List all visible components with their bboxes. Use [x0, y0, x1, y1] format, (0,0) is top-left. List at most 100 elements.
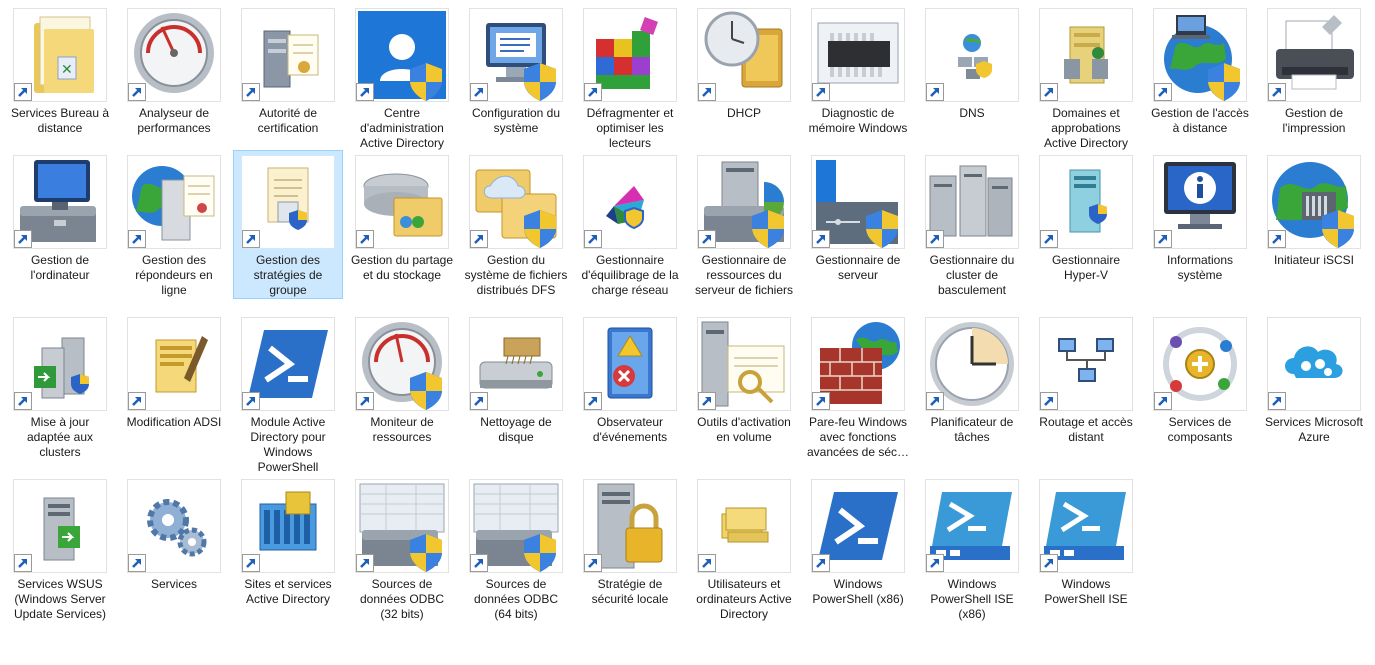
shortcut-arrow-icon — [584, 230, 602, 248]
shortcut-item[interactable]: Gestionnaire du cluster de basculement — [918, 151, 1026, 298]
shortcut-item[interactable]: Gestion de l'impression — [1260, 4, 1368, 136]
shortcut-item[interactable]: Nettoyage de disque — [462, 313, 570, 445]
server-manager-icon — [811, 155, 905, 249]
shortcut-label: Gestion de l'ordinateur — [30, 253, 90, 282]
shortcut-arrow-icon — [1268, 392, 1286, 410]
shortcut-item[interactable]: Sources de données ODBC (64 bits) — [462, 475, 570, 622]
shortcut-arrow-icon — [926, 554, 944, 572]
folder-remote-desktop-icon: ✕ — [13, 8, 107, 102]
shortcut-arrow-icon — [356, 554, 374, 572]
shortcut-label: Gestionnaire du cluster de basculement — [929, 253, 1015, 297]
shortcut-item[interactable]: Sources de données ODBC (32 bits) — [348, 475, 456, 622]
shortcut-item[interactable]: Planificateur de tâches — [918, 313, 1026, 445]
shortcut-item[interactable]: Configuration du système — [462, 4, 570, 136]
shortcut-arrow-icon — [242, 392, 260, 410]
shortcut-item[interactable]: Services de composants — [1146, 313, 1254, 445]
shortcut-label: Routage et accès distant — [1039, 415, 1133, 444]
shortcut-item[interactable]: Moniteur de ressources — [348, 313, 456, 445]
computer-management-icon — [13, 155, 107, 249]
shortcut-arrow-icon — [1040, 554, 1058, 572]
shortcut-arrow-icon — [242, 554, 260, 572]
online-responder-icon — [127, 155, 221, 249]
ad-sites-icon — [241, 479, 335, 573]
powershell-ise-icon — [1039, 479, 1133, 573]
shortcut-item[interactable]: DHCP — [690, 4, 798, 121]
shortcut-label: Gestion de l'impression — [1282, 106, 1346, 135]
shortcut-label: Sources de données ODBC (64 bits) — [473, 577, 559, 621]
shortcut-item[interactable]: Windows PowerShell (x86) — [804, 475, 912, 607]
shortcut-item[interactable]: Gestionnaire de serveur — [804, 151, 912, 283]
shortcut-label: Observateur d'événements — [592, 415, 668, 444]
shortcut-arrow-icon — [812, 230, 830, 248]
shortcut-item[interactable]: ✕ Services Bureau à distance — [6, 4, 114, 136]
shortcut-item[interactable]: Gestion du système de fichiers distribué… — [462, 151, 570, 298]
shortcut-label: Services Bureau à distance — [10, 106, 110, 135]
shortcut-arrow-icon — [698, 230, 716, 248]
shortcut-label: Sites et services Active Directory — [244, 577, 332, 606]
shortcut-item[interactable]: Initiateur iSCSI — [1260, 151, 1368, 268]
shortcut-label: Gestion des stratégies de groupe — [253, 253, 323, 297]
shortcut-item[interactable]: Utilisateurs et ordinateurs Active Direc… — [690, 475, 798, 622]
shortcut-label: Centre d'administration Active Directory — [359, 106, 445, 150]
shortcut-item[interactable]: Centre d'administration Active Directory — [348, 4, 456, 151]
shortcut-item[interactable]: Services Microsoft Azure — [1260, 313, 1368, 445]
task-scheduler-clock-icon — [925, 317, 1019, 411]
shortcut-item[interactable]: Services WSUS (Windows Server Update Ser… — [6, 475, 114, 622]
shortcut-label: Initiateur iSCSI — [1273, 253, 1355, 267]
shortcut-label: Pare-feu Windows avec fonctions avancées… — [806, 415, 910, 459]
shortcut-item[interactable]: Pare-feu Windows avec fonctions avancées… — [804, 313, 912, 460]
shortcut-label: Windows PowerShell ISE (x86) — [930, 577, 1014, 621]
shortcut-item[interactable]: Gestion de l'ordinateur — [6, 151, 114, 283]
shortcut-arrow-icon — [698, 554, 716, 572]
shortcut-item[interactable]: Gestionnaire d'équilibrage de la charge … — [576, 151, 684, 298]
shortcut-label: Services WSUS (Windows Server Update Ser… — [13, 577, 107, 621]
shortcut-item[interactable]: Autorité de certification — [234, 4, 342, 136]
shortcut-item[interactable]: Gestionnaire Hyper-V — [1032, 151, 1140, 283]
shortcut-item[interactable]: Gestion des répondeurs en ligne — [120, 151, 228, 298]
shortcut-arrow-icon — [14, 554, 32, 572]
shortcut-arrow-icon — [926, 230, 944, 248]
shortcut-label: DHCP — [726, 106, 761, 120]
shortcut-item[interactable]: Gestion du partage et du stockage — [348, 151, 456, 283]
shortcut-arrow-icon — [470, 392, 488, 410]
dfs-icon — [469, 155, 563, 249]
shortcut-item[interactable]: Stratégie de sécurité locale — [576, 475, 684, 607]
shortcut-item[interactable]: Observateur d'événements — [576, 313, 684, 445]
shortcut-label: Gestion du système de fichiers distribué… — [464, 253, 568, 297]
shortcut-item[interactable]: Modification ADSI — [120, 313, 228, 430]
shortcut-item[interactable]: Mise à jour adaptée aux clusters — [6, 313, 114, 460]
shortcut-item[interactable]: Windows PowerShell ISE (x86) — [918, 475, 1026, 622]
shortcut-item[interactable]: Module Active Directory pour Windows Pow… — [234, 313, 342, 475]
shortcut-arrow-icon — [14, 392, 32, 410]
shortcut-item[interactable]: Diagnostic de mémoire Windows — [804, 4, 912, 136]
shortcut-arrow-icon — [926, 392, 944, 410]
shortcut-item[interactable]: Outils d'activation en volume — [690, 313, 798, 445]
dhcp-icon — [697, 8, 791, 102]
shortcut-arrow-icon — [812, 392, 830, 410]
shortcut-label: Gestionnaire de ressources du serveur de… — [694, 253, 794, 297]
shortcut-item[interactable]: DNS — [918, 4, 1026, 121]
shortcut-item[interactable]: Gestionnaire de ressources du serveur de… — [690, 151, 798, 298]
shortcut-item[interactable]: Analyseur de performances — [120, 4, 228, 136]
shortcut-item[interactable]: Informations système — [1146, 151, 1254, 283]
shortcut-item[interactable]: Défragmenter et optimiser les lecteurs — [576, 4, 684, 151]
nlb-icon — [583, 155, 677, 249]
shortcut-item[interactable]: Sites et services Active Directory — [234, 475, 342, 607]
shortcut-arrow-icon — [1040, 83, 1058, 101]
failover-cluster-icon — [925, 155, 1019, 249]
resource-monitor-icon — [355, 317, 449, 411]
system-config-icon — [469, 8, 563, 102]
shortcut-arrow-icon — [356, 392, 374, 410]
azure-cloud-icon — [1267, 317, 1361, 411]
ad-admin-center-icon — [355, 8, 449, 102]
shortcut-arrow-icon — [128, 392, 146, 410]
shortcut-label: Windows PowerShell (x86) — [812, 577, 904, 606]
shortcut-item[interactable]: Gestion des stratégies de groupe — [233, 150, 343, 299]
shortcut-item[interactable]: Gestion de l'accès à distance — [1146, 4, 1254, 136]
shortcut-item[interactable]: Services — [120, 475, 228, 592]
shortcut-item[interactable]: Domaines et approbations Active Director… — [1032, 4, 1140, 151]
shortcut-item[interactable]: Routage et accès distant — [1032, 313, 1140, 445]
iscsi-globe-icon — [1267, 155, 1361, 249]
shortcut-label: Gestionnaire Hyper-V — [1051, 253, 1121, 282]
shortcut-item[interactable]: Windows PowerShell ISE — [1032, 475, 1140, 607]
